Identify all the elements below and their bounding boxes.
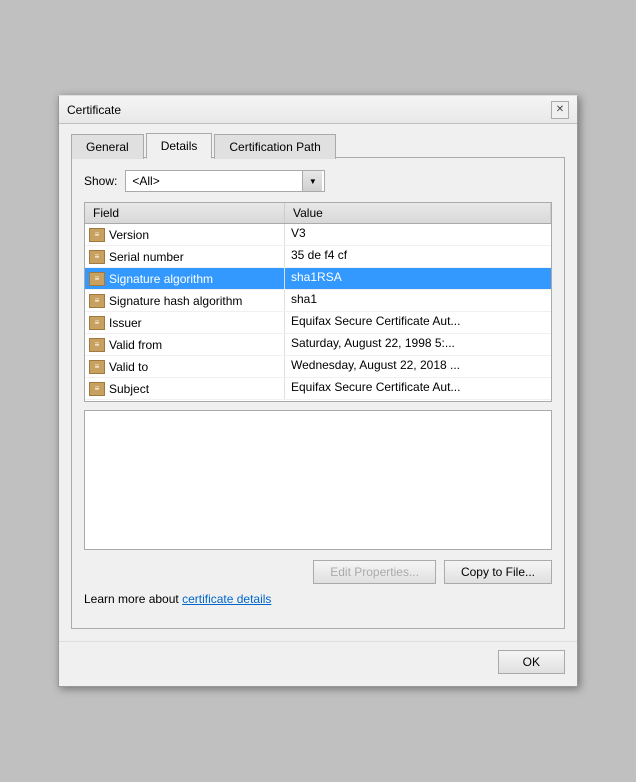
tab-content-details: Show: <All> ▼ Field Value ≡ Version V3 ≡ Ser… <box>71 157 565 629</box>
tab-general[interactable]: General <box>71 134 144 159</box>
field-icon: ≡ <box>89 338 105 352</box>
bottom-buttons: Edit Properties... Copy to File... <box>84 560 552 584</box>
table-row[interactable]: ≡ Version V3 <box>85 224 551 246</box>
table-row[interactable]: ≡ Valid to Wednesday, August 22, 2018 ... <box>85 356 551 378</box>
field-icon: ≡ <box>89 228 105 242</box>
cell-field: ≡ Signature algorithm <box>85 268 285 289</box>
cell-value: sha1 <box>285 290 551 311</box>
edit-properties-button[interactable]: Edit Properties... <box>313 560 436 584</box>
field-name: Signature algorithm <box>109 272 213 286</box>
cell-value: V3 <box>285 224 551 245</box>
ok-button[interactable]: OK <box>498 650 565 674</box>
field-value-table: Field Value ≡ Version V3 ≡ Serial number 35 d… <box>84 202 552 402</box>
cell-field: ≡ Version <box>85 224 285 245</box>
learn-more-section: Learn more about certificate details <box>84 592 552 606</box>
column-header-value: Value <box>285 203 551 223</box>
details-box <box>84 410 552 550</box>
close-icon: ✕ <box>556 104 564 115</box>
close-button[interactable]: ✕ <box>551 101 569 119</box>
field-name: Valid from <box>109 338 162 352</box>
dialog-footer: OK <box>59 641 577 686</box>
field-icon: ≡ <box>89 360 105 374</box>
cell-field: ≡ Subject <box>85 378 285 399</box>
table-row[interactable]: ≡ Signature hash algorithm sha1 <box>85 290 551 312</box>
table-row[interactable]: ≡ Subject Equifax Secure Certificate Aut..… <box>85 378 551 400</box>
cell-value: Equifax Secure Certificate Aut... <box>285 378 551 399</box>
field-icon: ≡ <box>89 250 105 264</box>
show-label: Show: <box>84 174 117 188</box>
learn-more-prefix: Learn more about <box>84 592 182 606</box>
certificate-details-link[interactable]: certificate details <box>182 592 271 606</box>
cell-field: ≡ Issuer <box>85 312 285 333</box>
copy-to-file-button[interactable]: Copy to File... <box>444 560 552 584</box>
column-header-field: Field <box>85 203 285 223</box>
cell-field: ≡ Serial number <box>85 246 285 267</box>
cell-value: 35 de f4 cf <box>285 246 551 267</box>
cell-value: sha1RSA <box>285 268 551 289</box>
title-bar: Certificate ✕ <box>59 96 577 124</box>
chevron-down-icon: ▼ <box>309 177 317 186</box>
field-name: Valid to <box>109 360 148 374</box>
field-name: Serial number <box>109 250 184 264</box>
table-body[interactable]: ≡ Version V3 ≡ Serial number 35 de f4 cf ≡ Sign… <box>85 224 551 401</box>
cell-value: Saturday, August 22, 1998 5:... <box>285 334 551 355</box>
tab-certification-path[interactable]: Certification Path <box>214 134 335 159</box>
cell-field: ≡ Signature hash algorithm <box>85 290 285 311</box>
field-name: Issuer <box>109 316 142 330</box>
field-icon: ≡ <box>89 382 105 396</box>
field-icon: ≡ <box>89 294 105 308</box>
show-select-value: <All> <box>132 174 302 188</box>
table-row[interactable]: ≡ Valid from Saturday, August 22, 1998 5:.… <box>85 334 551 356</box>
cell-field: ≡ Valid from <box>85 334 285 355</box>
certificate-dialog: Certificate ✕ General Details Certificat… <box>58 95 578 687</box>
tab-details[interactable]: Details <box>146 133 213 159</box>
table-header: Field Value <box>85 203 551 224</box>
table-row[interactable]: ≡ Issuer Equifax Secure Certificate Aut... <box>85 312 551 334</box>
cell-value: Wednesday, August 22, 2018 ... <box>285 356 551 377</box>
field-name: Version <box>109 228 149 242</box>
field-icon: ≡ <box>89 272 105 286</box>
cell-field: ≡ Valid to <box>85 356 285 377</box>
field-icon: ≡ <box>89 316 105 330</box>
tab-bar: General Details Certification Path <box>71 132 565 158</box>
field-name: Subject <box>109 382 149 396</box>
dialog-title: Certificate <box>67 103 121 117</box>
cell-value: Equifax Secure Certificate Aut... <box>285 312 551 333</box>
table-row[interactable]: ≡ Signature algorithm sha1RSA <box>85 268 551 290</box>
show-select-arrow[interactable]: ▼ <box>302 171 322 191</box>
show-select[interactable]: <All> ▼ <box>125 170 325 192</box>
field-name: Signature hash algorithm <box>109 294 242 308</box>
show-row: Show: <All> ▼ <box>84 170 552 192</box>
table-row[interactable]: ≡ Serial number 35 de f4 cf <box>85 246 551 268</box>
dialog-content: General Details Certification Path Show:… <box>59 124 577 641</box>
